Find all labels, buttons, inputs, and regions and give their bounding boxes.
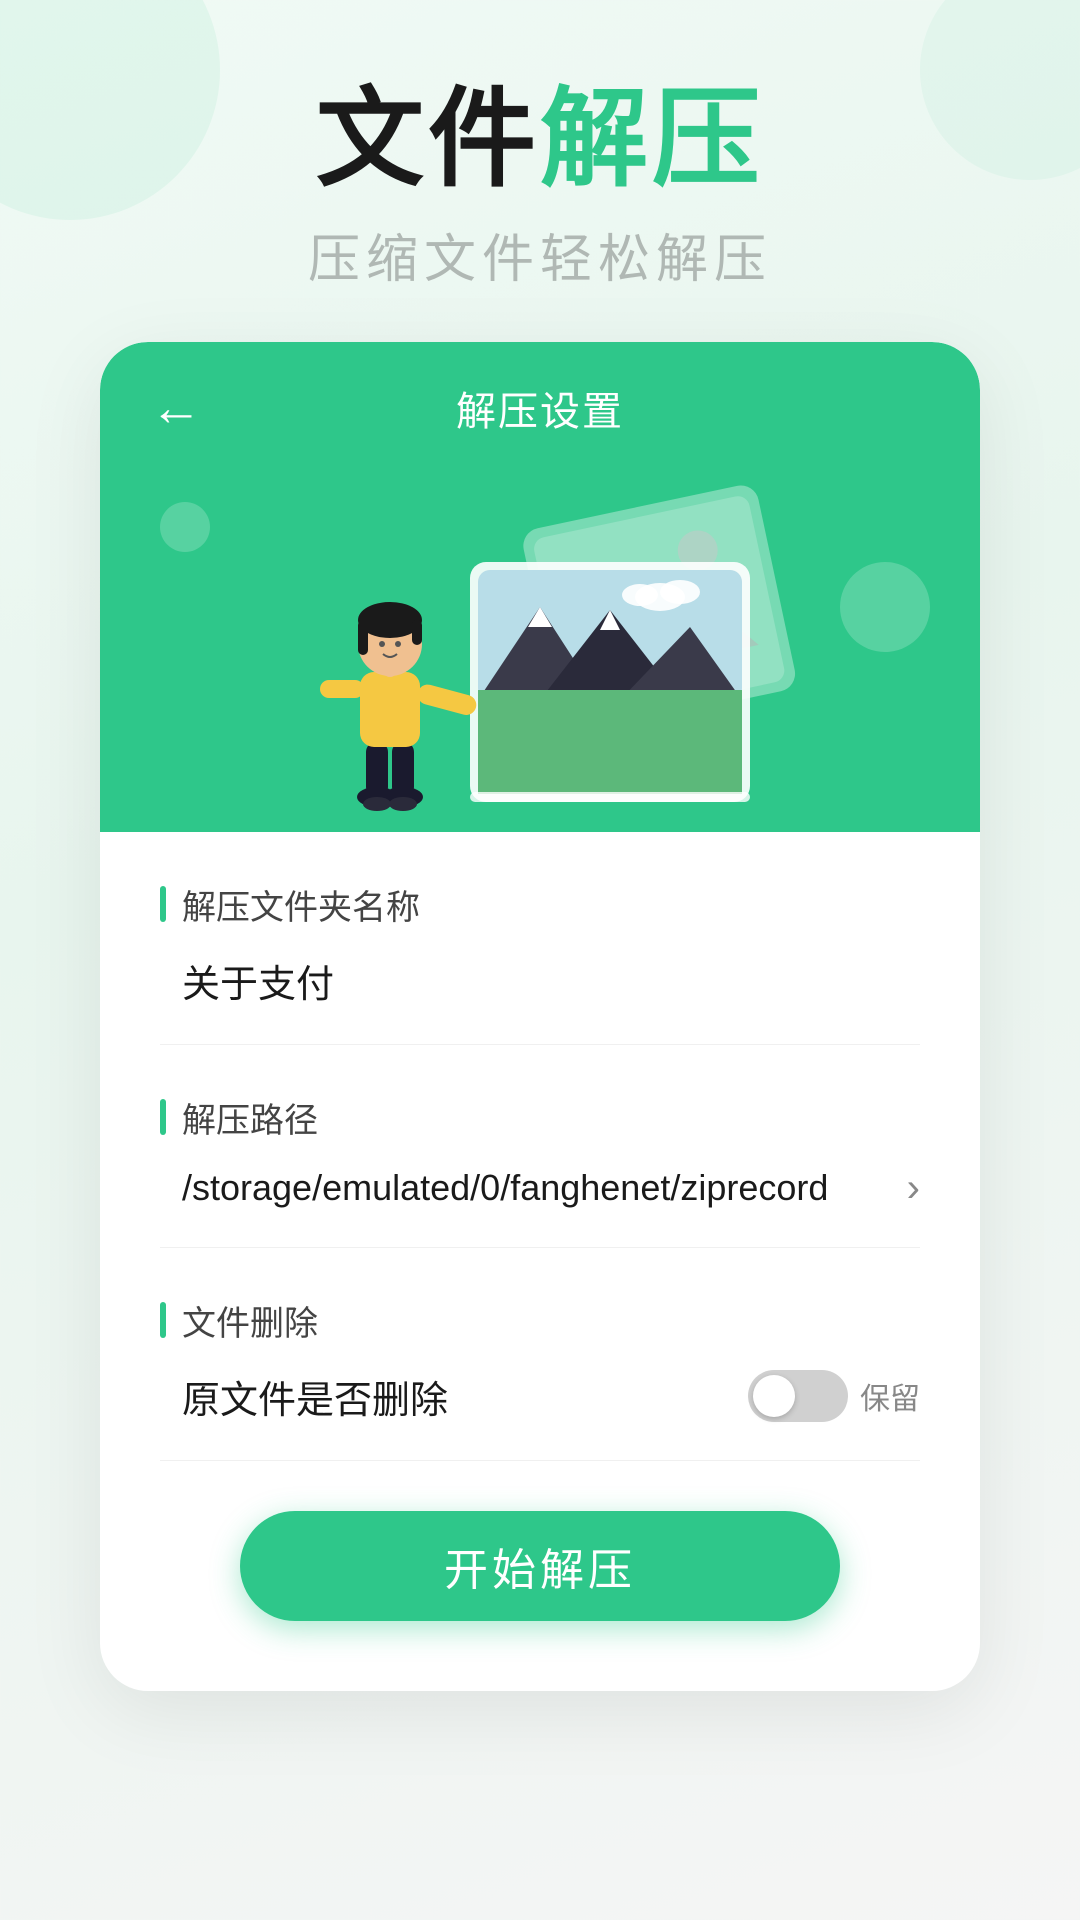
card-header-nav: ← 解压设置 (150, 382, 930, 434)
bg-decoration-circle-tl (0, 0, 220, 220)
chevron-right-icon: › (907, 1166, 920, 1211)
hero-title-black: 文件 (316, 78, 540, 199)
illustration-svg (180, 452, 900, 832)
section-file-delete: 文件删除 原文件是否删除 保留 (160, 1248, 920, 1461)
toggle-description: 原文件是否删除 (182, 1369, 448, 1424)
folder-name-value: 关于支付 (160, 953, 920, 1008)
back-button[interactable]: ← (150, 382, 202, 434)
start-extract-button[interactable]: 开始解压 (240, 1511, 840, 1621)
label-bar-delete (160, 1302, 166, 1338)
toggle-container: 保留 (748, 1370, 920, 1422)
hero-title-line: 文件解压 (308, 80, 772, 199)
extract-path-row[interactable]: /storage/emulated/0/fanghenet/ziprecord … (160, 1166, 920, 1211)
hero-title-area: 文件解压 压缩文件轻松解压 (308, 80, 772, 292)
card-body: 解压文件夹名称 关于支付 解压路径 /storage/emulated/0/fa… (100, 832, 980, 1691)
page-container: 文件解压 压缩文件轻松解压 ← 解压设置 (0, 0, 1080, 1920)
folder-name-label: 解压文件夹名称 (182, 880, 420, 929)
main-card: ← 解压设置 (100, 342, 980, 1691)
section-label-delete: 文件删除 (160, 1296, 920, 1345)
delete-toggle-switch[interactable] (748, 1370, 848, 1422)
card-header: ← 解压设置 (100, 342, 980, 832)
start-button-area: 开始解压 (160, 1461, 920, 1631)
bg-decoration-circle-tr (920, 0, 1080, 180)
header-title: 解压设置 (456, 379, 624, 437)
hero-subtitle: 压缩文件轻松解压 (308, 217, 772, 292)
toggle-row: 原文件是否删除 保留 (160, 1369, 920, 1424)
label-bar-folder (160, 886, 166, 922)
label-bar-path (160, 1099, 166, 1135)
section-folder-name: 解压文件夹名称 关于支付 (160, 832, 920, 1045)
hero-title-green: 解压 (540, 78, 764, 199)
file-delete-label: 文件删除 (182, 1296, 318, 1345)
extract-path-value: /storage/emulated/0/fanghenet/ziprecord (182, 1167, 897, 1209)
section-label-path: 解压路径 (160, 1093, 920, 1142)
toggle-keep-label: 保留 (860, 1374, 920, 1418)
section-label-folder: 解压文件夹名称 (160, 880, 920, 929)
section-extract-path: 解压路径 /storage/emulated/0/fanghenet/zipre… (160, 1045, 920, 1248)
extract-path-label: 解压路径 (182, 1093, 318, 1142)
